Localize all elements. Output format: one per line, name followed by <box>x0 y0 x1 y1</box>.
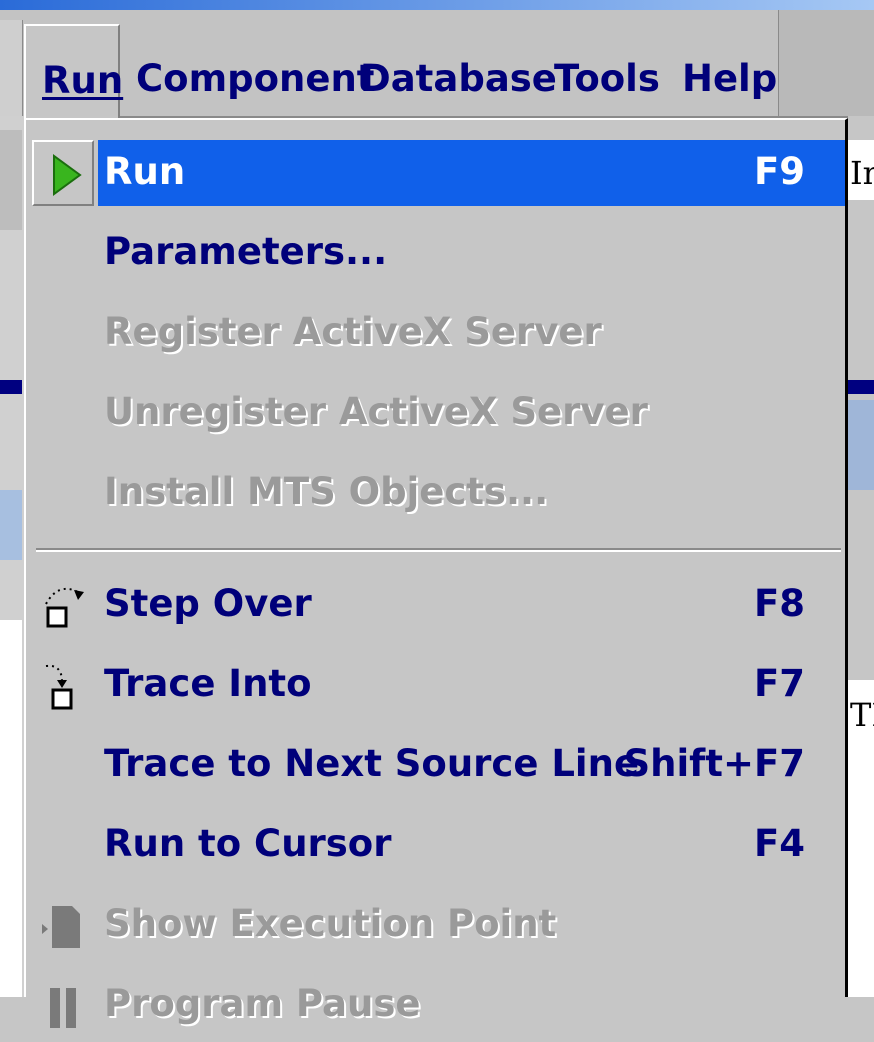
run-label: Run <box>104 150 186 193</box>
menu-database[interactable]: Database <box>360 54 557 104</box>
trace-into-label: Trace Into <box>104 662 312 705</box>
toolbar-right-panel <box>778 10 874 116</box>
menu-item-step-over[interactable]: Step Over F8 <box>26 568 845 642</box>
editor-fragment-left <box>0 620 22 997</box>
run-to-cursor-shortcut: F4 <box>753 822 805 865</box>
menu-item-trace-next-line[interactable]: Trace to Next Source Line Shift+F7 <box>26 728 845 802</box>
menu-item-run-to-cursor[interactable]: Run to Cursor F4 <box>26 808 845 882</box>
menu-item-install-mts: Install MTS Objects... <box>26 456 845 530</box>
step-over-label: Step Over <box>104 582 312 625</box>
menu-run[interactable]: Run <box>24 24 124 126</box>
install-mts-label: Install MTS Objects... <box>104 470 549 513</box>
menu-database-label: Database <box>360 57 557 100</box>
execution-point-icon <box>42 906 80 948</box>
register-activex-label: Register ActiveX Server <box>104 310 602 353</box>
trace-next-line-shortcut: Shift+F7 <box>623 742 805 785</box>
toolbar-fragment <box>0 130 22 230</box>
trace-next-line-label: Trace to Next Source Line <box>104 742 640 785</box>
panel-title-fragment <box>0 380 22 394</box>
menu-item-parameters[interactable]: Parameters... <box>26 216 845 290</box>
panel-fragment <box>0 490 22 560</box>
step-over-shortcut: F8 <box>753 582 805 625</box>
run-menu-dropdown: Run F9 Parameters... Register ActiveX Se… <box>24 118 848 1028</box>
pause-icon <box>50 988 76 1028</box>
menu-bar: Run Component Database Tools Help <box>0 10 874 126</box>
menu-separator <box>36 548 841 552</box>
menu-tools-label: Tools <box>554 57 660 100</box>
step-over-icon <box>45 588 84 628</box>
run-to-cursor-label: Run to Cursor <box>104 822 392 865</box>
menu-item-unregister-activex: Unregister ActiveX Server <box>26 376 845 450</box>
menu-item-register-activex: Register ActiveX Server <box>26 296 845 370</box>
menu-tools[interactable]: Tools <box>554 54 660 104</box>
background-text-top: In <box>850 154 874 192</box>
menu-item-run[interactable]: Run F9 <box>26 136 845 210</box>
menu-help-label: Help <box>682 57 778 100</box>
trace-into-icon <box>45 664 73 710</box>
trace-into-shortcut: F7 <box>753 662 805 705</box>
show-execution-point-label: Show Execution Point <box>104 902 557 945</box>
menu-item-trace-into[interactable]: Trace Into F7 <box>26 648 845 722</box>
menu-component-label: Component <box>136 57 375 100</box>
parameters-label: Parameters... <box>104 230 388 273</box>
right-panel-fragment <box>848 400 874 490</box>
menu-help[interactable]: Help <box>682 54 777 104</box>
run-shortcut: F9 <box>753 150 805 193</box>
program-pause-label: Program Pause <box>104 982 421 1025</box>
menu-run-label: Run <box>42 59 124 102</box>
menubar-grip <box>0 20 23 120</box>
background-text-mid: TI <box>850 696 874 734</box>
menu-component[interactable]: Component <box>136 54 375 104</box>
right-panel-title-fragment <box>848 380 874 394</box>
menu-item-program-pause: Program Pause <box>26 968 845 1042</box>
run-arrow-icon <box>53 154 82 196</box>
selection-highlight <box>98 140 845 206</box>
unregister-activex-label: Unregister ActiveX Server <box>104 390 648 433</box>
window-title-strip <box>0 0 874 10</box>
menu-item-show-execution-point: Show Execution Point <box>26 888 845 962</box>
